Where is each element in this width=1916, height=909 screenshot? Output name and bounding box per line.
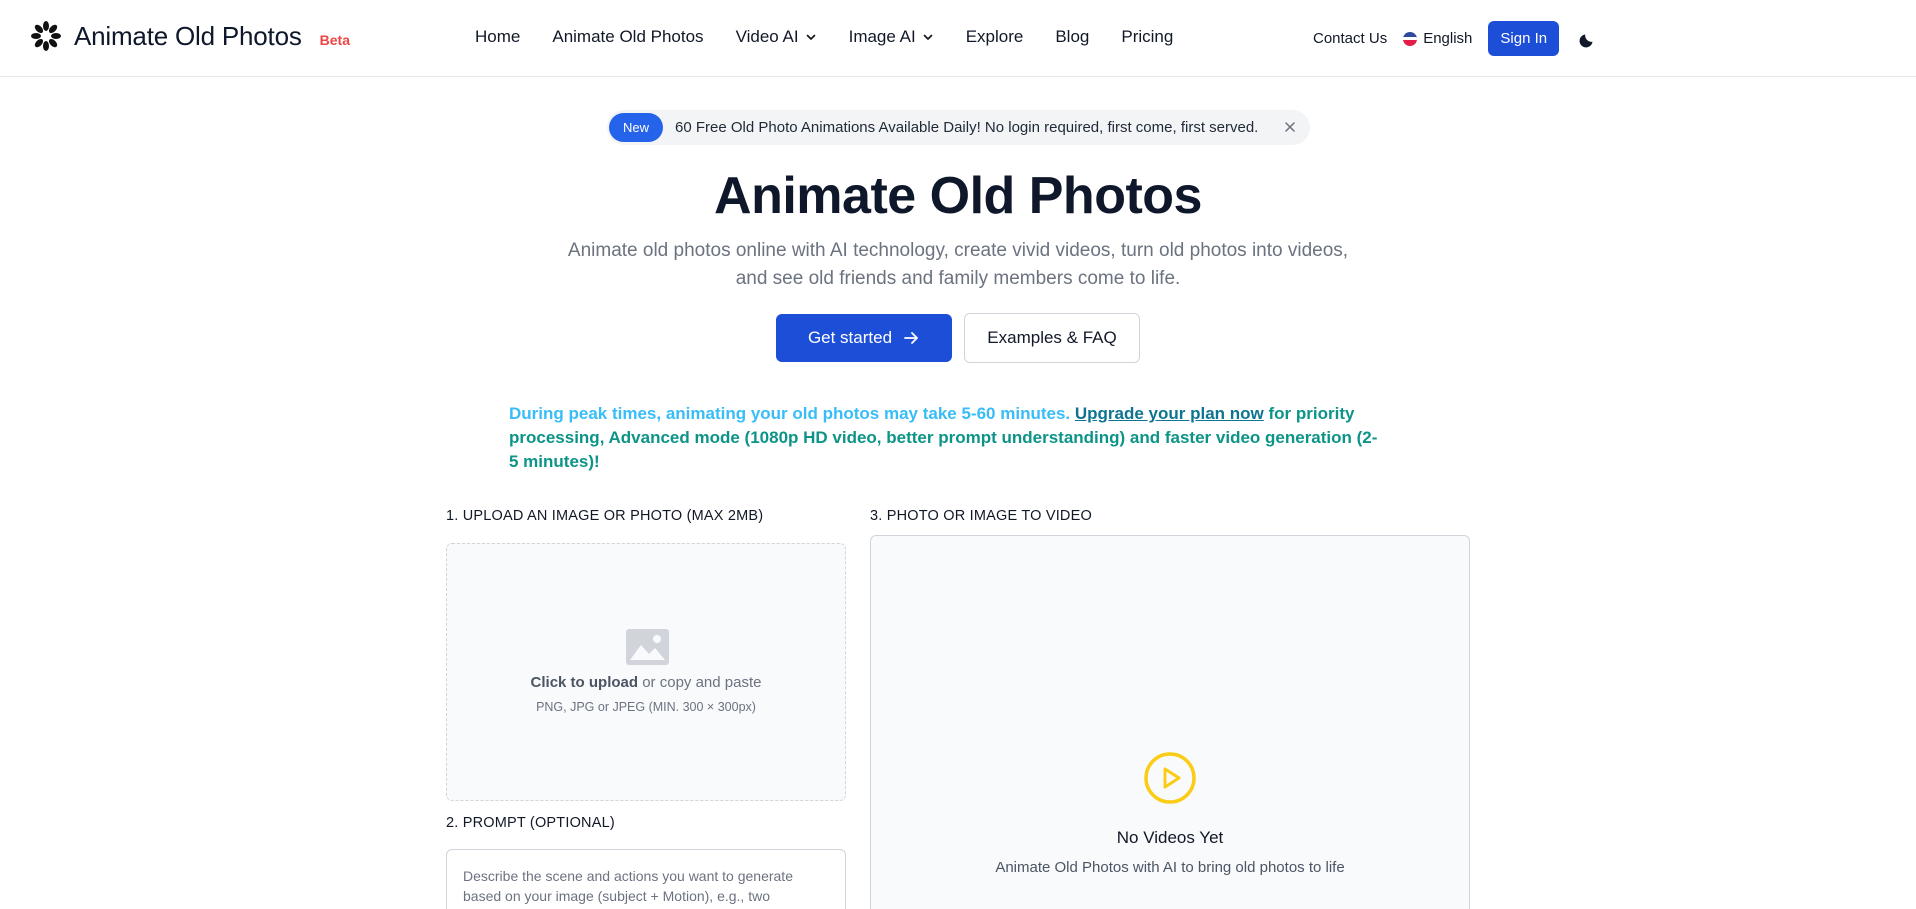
prompt-textarea[interactable]: Describe the scene and actions you want …	[446, 849, 846, 909]
hero-subtitle: Animate old photos online with AI techno…	[567, 240, 1349, 289]
nav-blog[interactable]: Blog	[1055, 27, 1089, 47]
empty-state-title: No Videos Yet	[1116, 828, 1224, 847]
nav-video-ai[interactable]: Video AI	[736, 27, 817, 47]
header-actions: Contact Us English Sign In	[1313, 21, 1597, 56]
nav-label: Animate Old Photos	[552, 27, 704, 46]
peak-time-notice: During peak times, animating your old ph…	[509, 402, 1379, 474]
logo[interactable]: Animate Old Photos Beta	[30, 20, 350, 52]
logo-text: Animate Old Photos	[74, 20, 302, 51]
us-flag-icon	[1403, 31, 1418, 46]
prompt-section-label: 2. PROMPT (OPTIONAL)	[446, 815, 615, 831]
language-selector[interactable]: English	[1403, 30, 1472, 47]
chevron-down-icon	[923, 34, 933, 40]
empty-state-subtitle: Animate Old Photos with AI to bring old …	[995, 859, 1345, 876]
site-header: Animate Old Photos Beta Home Animate Old…	[0, 0, 1916, 77]
examples-faq-label: Examples & FAQ	[987, 328, 1117, 347]
nav-pricing[interactable]: Pricing	[1121, 27, 1173, 47]
nav-label: Pricing	[1121, 27, 1174, 46]
beta-badge: Beta	[319, 32, 350, 48]
image-placeholder-icon	[626, 629, 669, 665]
arrow-right-icon	[904, 332, 918, 344]
announcement-banner: New 60 Free Old Photo Animations Availab…	[607, 110, 1310, 145]
nav-label: Home	[475, 27, 521, 46]
video-section-label: 3. PHOTO OR IMAGE TO VIDEO	[870, 508, 1092, 524]
copy-paste-text: or copy and paste	[642, 674, 762, 691]
chevron-down-icon	[806, 34, 815, 40]
new-badge: New	[609, 113, 664, 142]
close-icon[interactable]	[1282, 119, 1298, 135]
main-nav: Home Animate Old Photos Video AI Image A…	[475, 27, 1205, 47]
nav-home[interactable]: Home	[475, 27, 520, 47]
video-output-panel: No Videos Yet Animate Old Photos with AI…	[870, 535, 1470, 909]
page-title: Animate Old Photos	[714, 167, 1202, 225]
banner-text: 60 Free Old Photo Animations Available D…	[675, 119, 1259, 136]
get-started-button[interactable]: Get started	[776, 314, 952, 362]
get-started-label: Get started	[807, 328, 893, 347]
nav-image-ai[interactable]: Image AI	[849, 27, 934, 47]
nav-label: Video AI	[735, 27, 799, 46]
sign-in-button[interactable]: Sign In	[1488, 21, 1560, 56]
nav-explore[interactable]: Explore	[966, 27, 1024, 47]
image-upload-dropzone[interactable]: Click to upload or copy and paste PNG, J…	[446, 543, 846, 801]
language-label: English	[1423, 30, 1473, 47]
play-circle-icon	[1144, 752, 1196, 804]
click-to-upload-text: Click to upload	[530, 674, 639, 691]
notice-part1: During peak times, animating your old ph…	[509, 404, 1071, 423]
examples-faq-button[interactable]: Examples & FAQ	[964, 313, 1140, 363]
upload-formats: PNG, JPG or JPEG (MIN. 300 × 300px)	[536, 700, 756, 714]
sparkle-logo-icon	[31, 21, 61, 51]
nav-label: Explore	[965, 27, 1024, 46]
moon-icon[interactable]	[1579, 30, 1597, 48]
nav-label: Blog	[1055, 27, 1090, 46]
contact-us-link[interactable]: Contact Us	[1313, 30, 1387, 47]
upload-instruction: Click to upload or copy and paste	[447, 674, 845, 691]
upgrade-plan-link[interactable]: Upgrade your plan now	[1075, 404, 1264, 423]
nav-label: Image AI	[848, 27, 916, 46]
nav-animate-old-photos[interactable]: Animate Old Photos	[552, 27, 703, 47]
upload-section-label: 1. UPLOAD AN IMAGE OR PHOTO (MAX 2MB)	[446, 508, 764, 524]
